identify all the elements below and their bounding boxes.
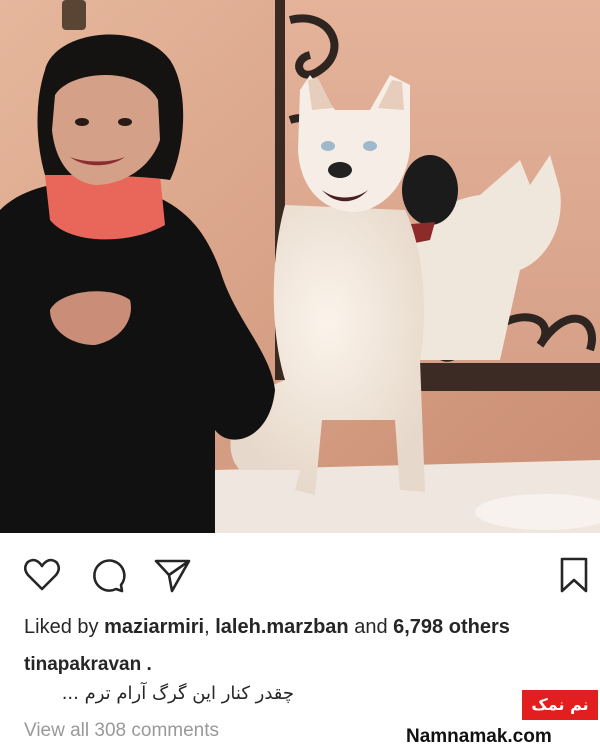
likes-summary: Liked by maziarmiri, laleh.marzban and 6… — [24, 616, 510, 639]
post-caption: چقدر کنار این گرگ آرام ترم ... — [61, 683, 294, 704]
comment-icon — [93, 559, 126, 593]
liker-link[interactable]: laleh.marzban — [215, 616, 348, 638]
likes-separator: , — [204, 616, 216, 638]
comment-button[interactable] — [88, 555, 128, 595]
post-photo-illustration — [0, 0, 600, 533]
post-username[interactable]: tinapakravan . — [24, 654, 152, 676]
likes-prefix: Liked by — [24, 616, 105, 638]
watermark-site: Namnamak.com — [406, 726, 552, 747]
watermark-logo: نم نمک — [522, 690, 598, 720]
likes-suffix[interactable]: others — [443, 616, 510, 638]
save-button[interactable] — [554, 555, 594, 595]
like-button[interactable] — [22, 555, 62, 595]
likes-count[interactable]: 6,798 — [393, 616, 443, 638]
post-photo[interactable] — [0, 0, 600, 533]
share-icon — [154, 559, 191, 593]
heart-icon — [23, 558, 61, 591]
bookmark-icon — [560, 557, 588, 593]
liker-link[interactable]: maziarmiri — [104, 616, 204, 638]
share-button[interactable] — [152, 555, 192, 595]
likes-mid: and — [348, 616, 394, 638]
view-comments-link[interactable]: View all 308 comments — [24, 720, 219, 742]
